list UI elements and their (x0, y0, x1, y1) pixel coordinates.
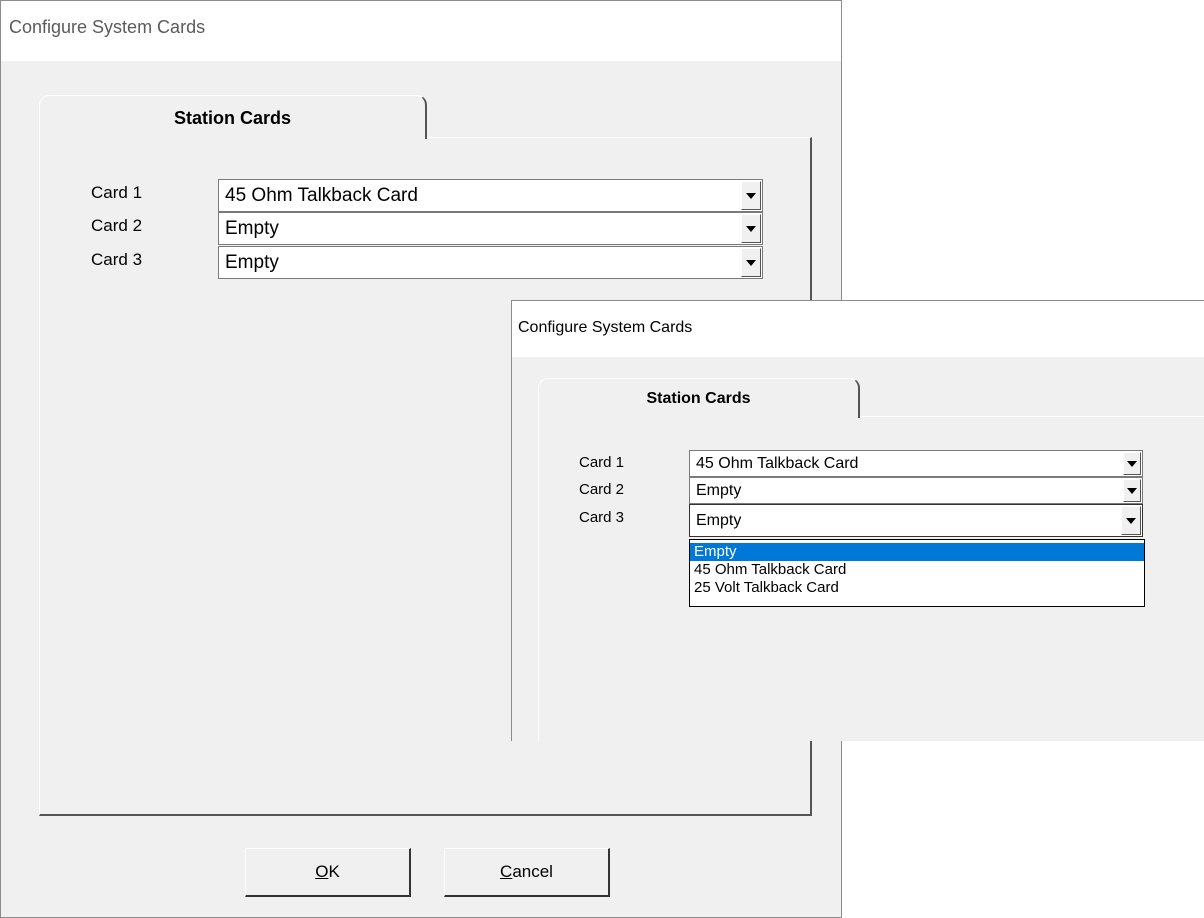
inset-card-3-value: Empty (696, 511, 742, 529)
tab-station-cards[interactable]: Station Cards (39, 95, 427, 139)
chevron-down-icon[interactable] (1123, 452, 1141, 475)
ok-mnemonic: O (315, 862, 329, 881)
dropdown-option[interactable]: 25 Volt Talkback Card (690, 579, 1144, 597)
card-2-value: Empty (225, 217, 279, 239)
card-3-dropdown-list: Empty 45 Ohm Talkback Card 25 Volt Talkb… (689, 539, 1145, 607)
chevron-down-icon[interactable] (1123, 479, 1141, 502)
cancel-button[interactable]: Cancel (444, 848, 610, 897)
tab-label: Station Cards (173, 108, 292, 128)
cancel-mnemonic: C (500, 862, 513, 881)
card-1-label: Card 1 (91, 183, 143, 202)
inset-card-2-label: Card 2 (579, 481, 625, 498)
inset-card-3-label: Card 3 (579, 509, 625, 526)
card-3-combo[interactable]: Empty (218, 246, 763, 279)
card-1-value: 45 Ohm Talkback Card (225, 184, 418, 206)
inset-window-title: Configure System Cards (512, 301, 1204, 357)
ok-label-rest: K (328, 862, 340, 881)
window-title: Configure System Cards (1, 1, 841, 61)
dropdown-option[interactable]: 45 Ohm Talkback Card (690, 561, 1144, 579)
card-1-combo[interactable]: 45 Ohm Talkback Card (218, 179, 763, 212)
card-3-value: Empty (225, 251, 279, 273)
card-2-combo[interactable]: Empty (218, 212, 763, 245)
chevron-down-icon[interactable] (741, 181, 761, 210)
inset-card-1-label: Card 1 (579, 454, 625, 471)
inset-card-2-combo[interactable]: Empty (689, 477, 1143, 504)
card-2-label: Card 2 (91, 216, 143, 235)
inset-card-3-combo[interactable]: Empty (689, 504, 1143, 537)
inset-dialog: Configure System Cards Station Cards Car… (511, 300, 1204, 741)
chevron-down-icon[interactable] (741, 248, 761, 277)
inset-card-2-value: Empty (696, 481, 742, 499)
inset-card-1-value: 45 Ohm Talkback Card (696, 454, 859, 472)
inset-tab-station-cards[interactable]: Station Cards (538, 378, 860, 418)
chevron-down-icon[interactable] (741, 214, 761, 243)
dropdown-option[interactable]: Empty (690, 543, 1144, 561)
cancel-label-rest: ancel (512, 862, 553, 881)
chevron-down-icon[interactable] (1121, 506, 1141, 535)
card-3-label: Card 3 (91, 250, 143, 269)
inset-tab-label: Station Cards (646, 390, 751, 407)
inset-card-1-combo[interactable]: 45 Ohm Talkback Card (689, 450, 1143, 477)
ok-button[interactable]: OK (245, 848, 411, 897)
